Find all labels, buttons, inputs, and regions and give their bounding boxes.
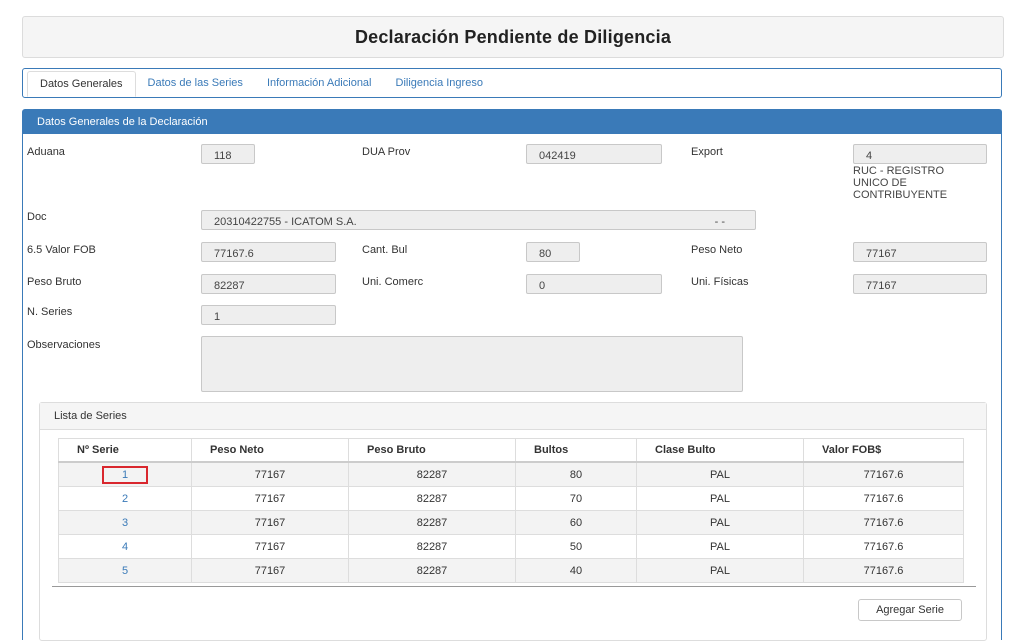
valor-fob-field[interactable]: 77167.6 — [201, 242, 336, 262]
col-clase-bulto: Clase Bulto — [636, 438, 804, 463]
cell-bultos: 80 — [515, 461, 637, 487]
cell-clase: PAL — [636, 486, 804, 511]
table-row: 2 77167 82287 70 PAL 77167.6 — [58, 486, 964, 511]
serie-link[interactable]: 3 — [58, 510, 192, 535]
observaciones-label: Observaciones — [27, 339, 101, 351]
tab-bar: Datos Generales Datos de las Series Info… — [22, 68, 1002, 98]
peso-bruto-label: Peso Bruto — [27, 276, 82, 288]
uni-fisicas-field[interactable]: 77167 — [853, 274, 987, 294]
cell-fob: 77167.6 — [803, 486, 964, 511]
peso-neto-field[interactable]: 77167 — [853, 242, 987, 262]
table-divider — [52, 586, 976, 587]
cell-peso-bruto: 82287 — [348, 486, 516, 511]
export-field[interactable]: 4 RUC - REGISTRO UNICO DE CONTRIBUYENTE — [853, 144, 987, 201]
export-desc-2: UNICO DE — [853, 177, 907, 189]
tab-diligencia-ingreso[interactable]: Diligencia Ingreso — [384, 69, 495, 97]
cell-peso-bruto: 82287 — [348, 534, 516, 559]
add-serie-button[interactable]: Agregar Serie — [858, 599, 962, 621]
cell-clase: PAL — [636, 534, 804, 559]
cell-fob: 77167.6 — [803, 461, 964, 487]
cell-bultos: 50 — [515, 534, 637, 559]
cell-clase: PAL — [636, 461, 804, 487]
aduana-label: Aduana — [27, 146, 65, 158]
doc-field[interactable]: 20310422755 - ICATOM S.A. - - — [201, 210, 756, 230]
serie-link[interactable]: 5 — [58, 558, 192, 583]
table-row: 4 77167 82287 50 PAL 77167.6 — [58, 534, 964, 559]
peso-bruto-field[interactable]: 82287 — [201, 274, 336, 294]
serie-link[interactable]: 1 — [101, 465, 149, 484]
peso-neto-label: Peso Neto — [691, 244, 743, 256]
col-peso-neto: Peso Neto — [191, 438, 349, 463]
cell-clase: PAL — [636, 510, 804, 535]
serie-link[interactable]: 2 — [58, 486, 192, 511]
table-header-row: Nº Serie Peso Neto Peso Bruto Bultos Cla… — [58, 438, 964, 463]
observaciones-field[interactable] — [201, 336, 743, 392]
cell-fob: 77167.6 — [803, 558, 964, 583]
cell-peso-neto: 77167 — [191, 558, 349, 583]
table-row: 1 77167 82287 80 PAL 77167.6 — [58, 461, 964, 487]
series-table: Nº Serie Peso Neto Peso Bruto Bultos Cla… — [58, 438, 964, 583]
cell-peso-neto: 77167 — [191, 510, 349, 535]
series-list-title: Lista de Series — [40, 403, 986, 430]
n-series-label: N. Series — [27, 306, 73, 318]
dua-prov-label: DUA Prov — [362, 146, 411, 158]
cell-bultos: 70 — [515, 486, 637, 511]
cant-bul-field[interactable]: 80 — [526, 242, 580, 262]
dua-prov-field[interactable]: 042419 — [526, 144, 662, 164]
export-desc-3: CONTRIBUYENTE — [853, 189, 948, 201]
table-row: 5 77167 82287 40 PAL 77167.6 — [58, 558, 964, 583]
cell-peso-bruto: 82287 — [348, 558, 516, 583]
cell-clase: PAL — [636, 558, 804, 583]
export-label: Export — [691, 146, 723, 158]
tab-datos-series[interactable]: Datos de las Series — [136, 69, 255, 97]
serie-link[interactable]: 4 — [58, 534, 192, 559]
valor-fob-label: 6.5 Valor FOB — [27, 244, 96, 256]
col-serie: Nº Serie — [58, 438, 192, 463]
uni-comerc-label: Uni. Comerc — [362, 276, 424, 288]
series-list-panel: Lista de Series Nº Serie Peso Neto Peso … — [39, 402, 987, 641]
doc-value: 20310422755 - ICATOM S.A. — [214, 216, 357, 228]
datos-generales-panel: Datos Generales de la Declaración Aduana… — [22, 109, 1002, 641]
tab-informacion-adicional[interactable]: Información Adicional — [255, 69, 384, 97]
col-valor-fob: Valor FOB$ — [803, 438, 964, 463]
cell-bultos: 60 — [515, 510, 637, 535]
cell-fob: 77167.6 — [803, 510, 964, 535]
panel-title: Datos Generales de la Declaración — [23, 110, 1001, 134]
page-header: Declaración Pendiente de Diligencia — [22, 16, 1004, 58]
doc-label: Doc — [27, 211, 47, 223]
export-desc-1: RUC - REGISTRO — [853, 165, 945, 177]
n-series-field[interactable]: 1 — [201, 305, 336, 325]
cell-peso-bruto: 82287 — [348, 510, 516, 535]
cell-peso-bruto: 82287 — [348, 461, 516, 487]
cant-bul-label: Cant. Bul — [362, 244, 408, 256]
cell-peso-neto: 77167 — [191, 486, 349, 511]
col-bultos: Bultos — [515, 438, 637, 463]
serie-link-cell[interactable]: 1 — [58, 461, 192, 487]
aduana-field[interactable]: 118 — [201, 144, 255, 164]
cell-peso-neto: 77167 — [191, 534, 349, 559]
cell-peso-neto: 77167 — [191, 461, 349, 487]
col-peso-bruto: Peso Bruto — [348, 438, 516, 463]
doc-suffix: - - — [714, 216, 725, 228]
uni-fisicas-label: Uni. Físicas — [691, 276, 749, 288]
cell-fob: 77167.6 — [803, 534, 964, 559]
page-title: Declaración Pendiente de Diligencia — [354, 26, 672, 47]
table-row: 3 77167 82287 60 PAL 77167.6 — [58, 510, 964, 535]
tab-datos-generales[interactable]: Datos Generales — [27, 71, 136, 97]
uni-comerc-field[interactable]: 0 — [526, 274, 662, 294]
cell-bultos: 40 — [515, 558, 637, 583]
export-code: 4 — [853, 144, 987, 164]
